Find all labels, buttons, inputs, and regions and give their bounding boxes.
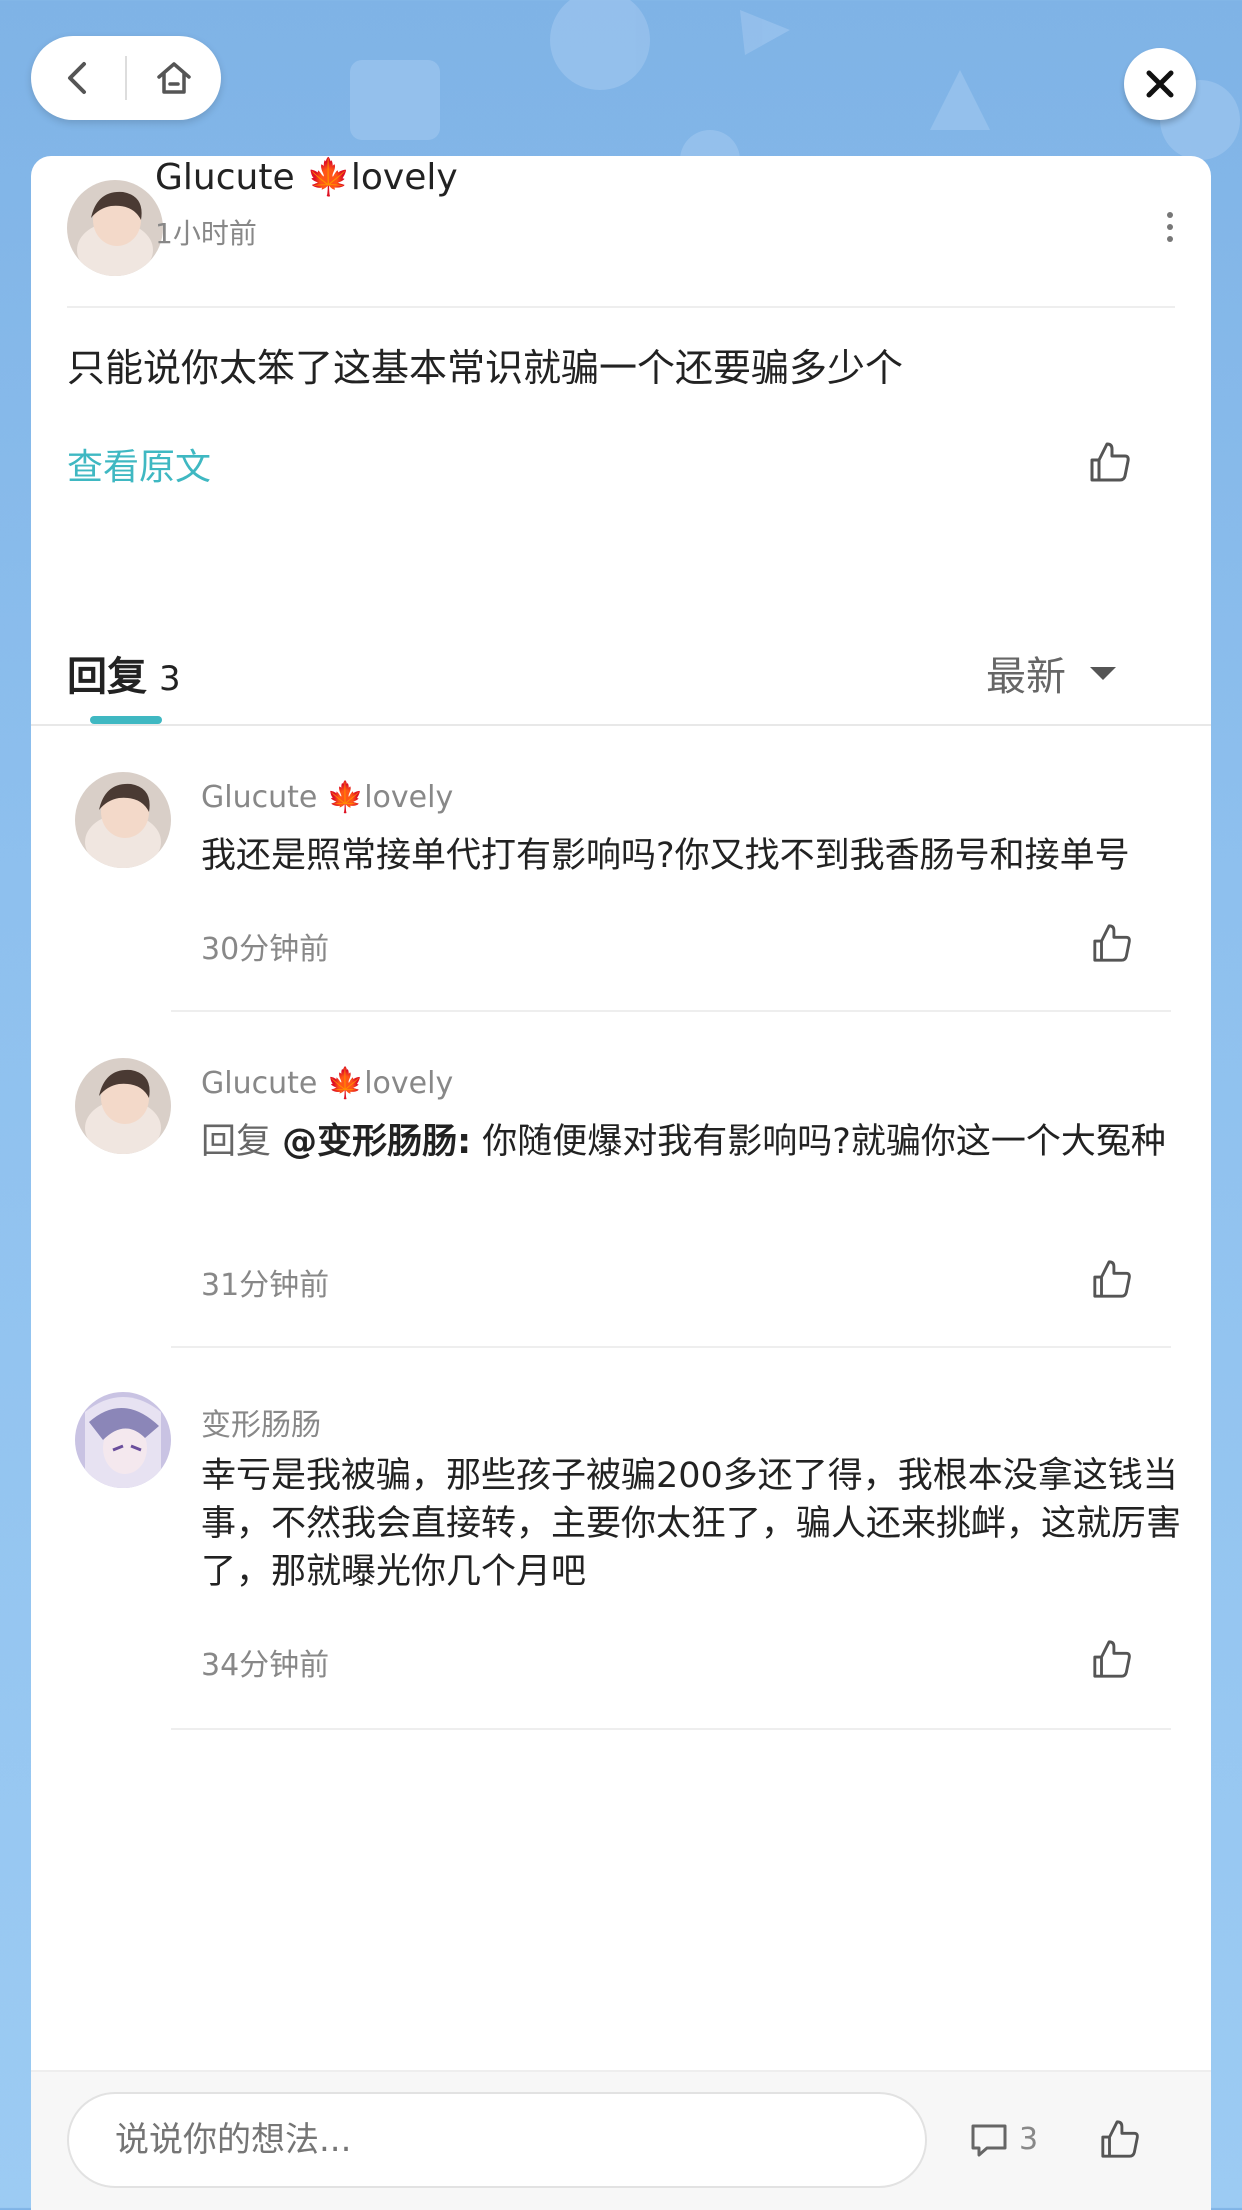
post-time: 1小时前 [155, 217, 257, 250]
reply-body: 我还是照常接单代打有影响吗?你又找不到我香肠号和接单号 [201, 836, 1130, 876]
reply-author[interactable]: Glucute 🍁lovely [201, 1066, 453, 1101]
divider [67, 306, 1175, 308]
author-avatar[interactable] [67, 180, 163, 276]
thumbs-up-icon [1093, 1640, 1131, 1678]
more-button[interactable] [1155, 212, 1185, 242]
reply-text: 回复 @变形肠肠: 你随便爆对我有影响吗?就骗你这一个大冤种 [201, 1118, 1201, 1166]
reply-avatar[interactable] [75, 1392, 171, 1488]
thumbs-up-icon [1090, 442, 1130, 482]
reply-item: 变形肠肠 幸亏是我被骗，那些孩子被骗200多还了得，我根本没拿这钱当事，不然我会… [31, 1392, 1211, 1732]
reply-author[interactable]: 变形肠肠 [201, 1400, 321, 1444]
divider [171, 1346, 1171, 1348]
more-vertical-icon [1167, 212, 1173, 242]
comment-icon [971, 2124, 1007, 2157]
close-icon [1146, 70, 1174, 98]
divider [171, 1010, 1171, 1012]
reply-mention[interactable]: @变形肠肠: [282, 1122, 471, 1162]
reply-author[interactable]: Glucute 🍁lovely [201, 780, 453, 815]
thumbs-up-icon [1093, 1260, 1131, 1298]
reply-time: 30分钟前 [201, 932, 330, 967]
replies-title-label: 回复 [67, 654, 147, 700]
reply-body: 幸亏是我被骗，那些孩子被骗200多还了得，我根本没拿这钱当事，不然我会直接转，主… [201, 1456, 1182, 1592]
bottom-like-button[interactable] [1099, 2118, 1141, 2160]
replies-title[interactable]: 回复 3 [67, 644, 181, 702]
caret-down-icon [1090, 666, 1116, 680]
comment-count: 3 [1019, 2122, 1039, 2157]
reply-prefix: 回复 [201, 1122, 283, 1162]
comment-input[interactable] [67, 2092, 927, 2188]
bottom-bar: 3 [31, 2070, 1211, 2210]
reply-avatar[interactable] [75, 772, 171, 868]
reply-text: 我还是照常接单代打有影响吗?你又找不到我香肠号和接单号 [201, 832, 1201, 880]
author-name[interactable]: Glucute 🍁lovely [155, 156, 458, 198]
home-icon [157, 62, 191, 94]
reply-item: Glucute 🍁lovely 回复 @变形肠肠: 你随便爆对我有影响吗?就骗你… [31, 1058, 1211, 1348]
thumbs-up-icon [1093, 924, 1131, 962]
thumbs-up-icon [1101, 2120, 1139, 2158]
divider [171, 1728, 1171, 1730]
sort-dropdown[interactable]: 最新 [986, 644, 1116, 702]
nav-pill [31, 36, 221, 120]
reply-time: 34分钟前 [201, 1648, 330, 1683]
reply-body: 你随便爆对我有影响吗?就骗你这一个大冤种 [471, 1122, 1166, 1162]
reply-text: 幸亏是我被骗，那些孩子被骗200多还了得，我根本没拿这钱当事，不然我会直接转，主… [201, 1452, 1201, 1596]
reply-like-button[interactable] [1091, 1638, 1133, 1680]
post-body: 只能说你太笨了这基本常识就骗一个还要骗多少个 [67, 346, 904, 390]
replies-count: 3 [159, 659, 181, 699]
view-original-link[interactable]: 查看原文 [67, 438, 211, 490]
chevron-left-icon [68, 62, 86, 94]
reply-item: Glucute 🍁lovely 我还是照常接单代打有影响吗?你又找不到我香肠号和… [31, 772, 1211, 1012]
reply-time: 31分钟前 [201, 1268, 330, 1303]
close-button[interactable] [1124, 48, 1196, 120]
home-button[interactable] [127, 36, 221, 120]
reply-like-button[interactable] [1091, 1258, 1133, 1300]
back-button[interactable] [31, 36, 125, 120]
divider [31, 724, 1211, 726]
replies-tab-indicator [90, 716, 162, 724]
reply-like-button[interactable] [1091, 922, 1133, 964]
sort-label: 最新 [986, 654, 1066, 700]
reply-avatar[interactable] [75, 1058, 171, 1154]
post-like-button[interactable] [1088, 440, 1132, 484]
comment-button[interactable] [969, 2120, 1009, 2160]
